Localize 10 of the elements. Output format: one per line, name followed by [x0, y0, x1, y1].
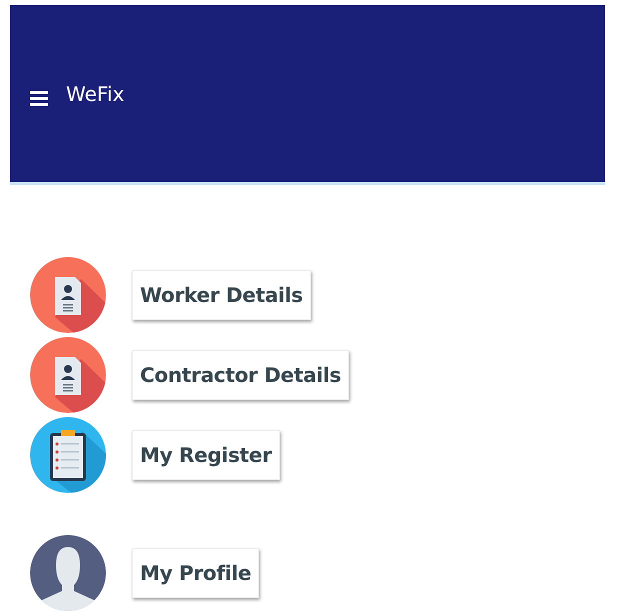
menu-button[interactable]: My Register [132, 430, 280, 480]
resume-icon [30, 337, 106, 413]
menu-button[interactable]: My Profile [132, 548, 260, 598]
avatar-icon [30, 535, 106, 611]
menu-button[interactable]: Contractor Details [132, 350, 349, 400]
clipboard-icon [30, 417, 106, 493]
app-title: WeFix [66, 82, 124, 106]
menu-icon[interactable] [30, 91, 48, 106]
resume-icon [30, 257, 106, 333]
menu-button[interactable]: Worker Details [132, 270, 311, 320]
